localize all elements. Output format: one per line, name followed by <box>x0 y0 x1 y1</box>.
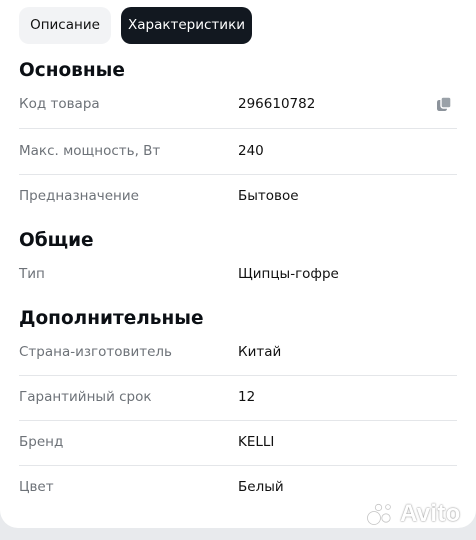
avito-logo-icon <box>367 503 391 525</box>
section-title-general: Общие <box>19 230 94 251</box>
spec-value: Белый <box>238 479 284 495</box>
spec-value: Китай <box>238 344 282 360</box>
spec-label: Тип <box>19 266 45 282</box>
divider <box>19 174 457 175</box>
spec-value: 240 <box>238 143 264 159</box>
spec-label: Бренд <box>19 434 64 450</box>
divider <box>19 375 457 376</box>
spec-label: Макс. мощность, Вт <box>19 143 161 159</box>
copy-icon[interactable] <box>436 96 452 112</box>
spec-value: KELLI <box>238 434 275 450</box>
spec-label: Страна-изготовитель <box>19 344 173 360</box>
section-title-main: Основные <box>19 60 125 81</box>
divider <box>19 465 457 466</box>
spec-value: 296610782 <box>238 96 316 112</box>
spec-value: 12 <box>238 389 256 405</box>
divider <box>19 420 457 421</box>
spec-label: Цвет <box>19 479 54 495</box>
tab-bar: Описание Характеристики <box>19 7 252 44</box>
spec-label: Предназначение <box>19 188 139 204</box>
section-title-additional: Дополнительные <box>19 308 204 329</box>
tab-characteristics[interactable]: Характеристики <box>121 7 252 44</box>
avito-watermark-text: Avito <box>400 500 461 527</box>
avito-watermark: Avito <box>366 500 461 528</box>
spec-value: Бытовое <box>238 188 299 204</box>
divider <box>19 128 457 129</box>
tab-description[interactable]: Описание <box>19 7 111 44</box>
spec-label: Код товара <box>19 96 100 112</box>
spec-value: Щипцы-гофре <box>238 266 339 282</box>
characteristics-card: Описание Характеристики Основные Код тов… <box>0 0 476 528</box>
spec-label: Гарантийный срок <box>19 389 152 405</box>
